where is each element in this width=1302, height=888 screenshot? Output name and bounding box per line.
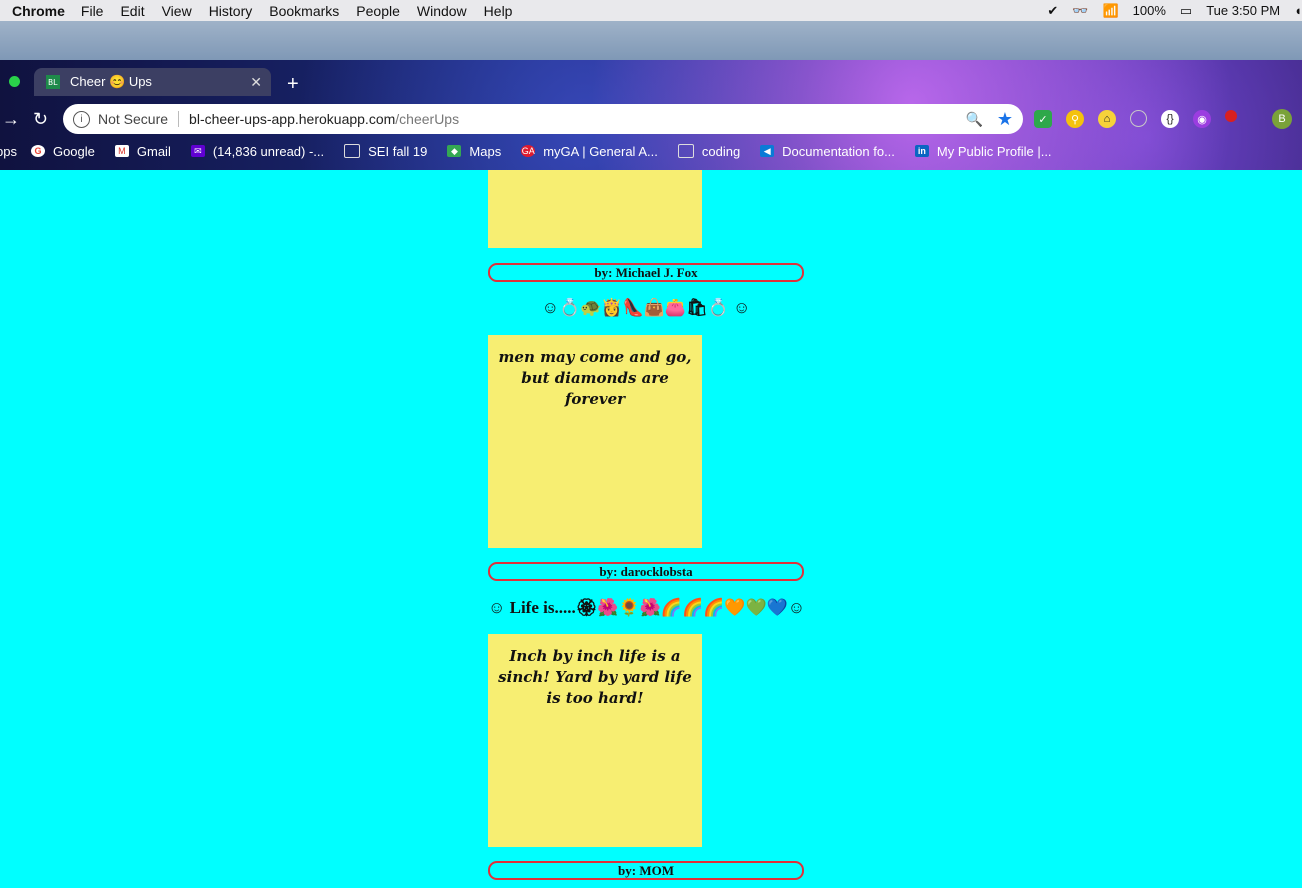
- cheerup-note-card: Inch by inch life is a sinch! Yard by ya…: [488, 634, 702, 847]
- bookmark-label: Maps: [469, 143, 502, 159]
- menu-people[interactable]: People: [356, 3, 400, 19]
- browser-toolbar: → ↻ i Not Secure bl-cheer-ups-app.heroku…: [0, 100, 1302, 138]
- bookmark-label: (14,836 unread) -...: [212, 143, 325, 159]
- tab-close-icon[interactable]: ✕: [250, 74, 262, 91]
- yahoo-mail-icon: ✉: [190, 145, 205, 157]
- bookmark-gmail[interactable]: M Gmail: [114, 143, 171, 159]
- menubar-status: ✔ 👓 📶 100% ▭ Tue 3:50 PM ◖: [1047, 0, 1302, 21]
- purple-extension-icon[interactable]: ◉: [1193, 110, 1211, 128]
- code-extension-icon[interactable]: {}: [1161, 110, 1179, 128]
- battery-icon[interactable]: ▭: [1180, 3, 1192, 19]
- forward-icon[interactable]: →: [2, 109, 20, 130]
- profile-avatar[interactable]: B: [1272, 109, 1292, 129]
- search-extension-icon[interactable]: ⚲: [1066, 110, 1084, 128]
- menu-bookmarks[interactable]: Bookmarks: [269, 3, 339, 19]
- new-tab-button[interactable]: +: [287, 73, 299, 96]
- bookmark-label: pps: [0, 143, 17, 159]
- bookmark-linkedin[interactable]: in My Public Profile |...: [914, 143, 1052, 159]
- maps-icon: ◆: [447, 145, 462, 157]
- url-host[interactable]: bl-cheer-ups-app.herokuapp.com: [189, 111, 395, 127]
- info-icon[interactable]: i: [73, 110, 90, 128]
- bookmark-label: My Public Profile |...: [936, 143, 1052, 159]
- cheerup-title: ☺ Life is.....🏵🌺🌻🌺🌈🌈🌈🧡💚💙☺: [488, 598, 806, 617]
- ga-icon: GA: [521, 145, 536, 157]
- cheerup-author: by: darocklobsta: [488, 562, 804, 581]
- zoom-icon[interactable]: 🔍: [966, 111, 983, 128]
- google-icon: G: [30, 145, 45, 157]
- macos-menubar: Chrome File Edit View History Bookmarks …: [0, 0, 1302, 21]
- browser-tab[interactable]: BL Cheer 😊 Ups ✕: [34, 68, 271, 96]
- bookmark-label: myGA | General A...: [543, 143, 658, 159]
- vscode-icon: ◀: [760, 145, 775, 157]
- cheerup-title: ☺💍🐢👸👠👜👛🛍💍 ☺: [541, 298, 751, 317]
- menu-window[interactable]: Window: [417, 3, 467, 19]
- bookmark-star-icon[interactable]: ★: [997, 109, 1013, 130]
- bookmark-coding[interactable]: coding: [677, 143, 741, 159]
- bookmarks-bar: pps G Google M Gmail ✉ (14,836 unread) -...…: [0, 140, 1302, 162]
- menu-edit[interactable]: Edit: [120, 3, 144, 19]
- gmail-icon: M: [114, 145, 129, 157]
- checkmark-icon[interactable]: ✔: [1047, 3, 1058, 19]
- menu-file[interactable]: File: [81, 3, 104, 19]
- cheerup-text: men may come and go, but diamonds are fo…: [498, 348, 692, 408]
- browser-chrome: BL Cheer 😊 Ups ✕ + → ↻ i Not Secure bl-c…: [0, 60, 1302, 170]
- address-bar[interactable]: i Not Secure bl-cheer-ups-app.herokuapp.…: [63, 104, 1023, 134]
- bookmark-label: Documentation fo...: [782, 143, 895, 159]
- tab-favicon-icon: BL: [46, 75, 60, 89]
- desktop-strip: [0, 21, 1302, 60]
- cheerup-note-card: [488, 170, 702, 248]
- battery-percent[interactable]: 100%: [1133, 3, 1166, 18]
- check-extension-icon[interactable]: ✓: [1034, 110, 1052, 128]
- window-zoom-button[interactable]: [9, 76, 20, 87]
- bookmark-google[interactable]: G Google: [30, 143, 95, 159]
- bookmark-label: Gmail: [136, 143, 171, 159]
- bookmark-sei-fall-19[interactable]: SEI fall 19: [344, 144, 427, 159]
- folder-icon: [677, 144, 694, 158]
- circle-extension-icon[interactable]: [1130, 110, 1147, 127]
- bookmark-label: Google: [52, 143, 95, 159]
- menu-history[interactable]: History: [209, 3, 253, 19]
- bookmark-label: SEI fall 19: [368, 143, 428, 159]
- glasses-icon[interactable]: 👓: [1072, 3, 1088, 19]
- bookmark-apps[interactable]: pps: [0, 144, 17, 159]
- menu-help[interactable]: Help: [484, 3, 513, 19]
- bookmark-label: coding: [701, 143, 741, 159]
- extensions-area: ✓ ⚲ ⌂ {} ◉: [1034, 110, 1251, 128]
- page-content: by: Michael J. Fox ☺💍🐢👸👠👜👛🛍💍 ☺ men may c…: [0, 170, 1302, 888]
- home-extension-icon[interactable]: ⌂: [1098, 110, 1116, 128]
- bookmark-maps[interactable]: ◆ Maps: [447, 144, 501, 159]
- wifi-icon[interactable]: 📶: [1102, 3, 1118, 19]
- red-extension-icon[interactable]: [1225, 110, 1237, 122]
- linkedin-icon: in: [914, 145, 929, 157]
- bookmark-yahoo-mail[interactable]: ✉ (14,836 unread) -...: [190, 143, 325, 159]
- reload-icon[interactable]: ↻: [33, 109, 48, 130]
- bookmark-myga[interactable]: GA myGA | General A...: [521, 144, 658, 159]
- folder-icon: [344, 144, 361, 158]
- cheerup-author: by: MOM: [488, 861, 804, 880]
- cheerup-text: Inch by inch life is a sinch! Yard by ya…: [498, 647, 692, 707]
- siri-icon[interactable]: ◖: [1294, 3, 1302, 18]
- address-separator: [178, 111, 180, 127]
- url-path[interactable]: /cheerUps: [395, 111, 459, 127]
- bookmark-documentation[interactable]: ◀ Documentation fo...: [760, 144, 895, 159]
- menu-view[interactable]: View: [162, 3, 192, 19]
- cheerup-note-card: men may come and go, but diamonds are fo…: [488, 335, 702, 548]
- clock[interactable]: Tue 3:50 PM: [1206, 3, 1280, 18]
- security-label[interactable]: Not Secure: [98, 111, 168, 127]
- tab-title: Cheer 😊 Ups: [70, 74, 152, 89]
- cheerup-author: by: Michael J. Fox: [488, 263, 804, 282]
- menu-app-chrome[interactable]: Chrome: [12, 3, 65, 19]
